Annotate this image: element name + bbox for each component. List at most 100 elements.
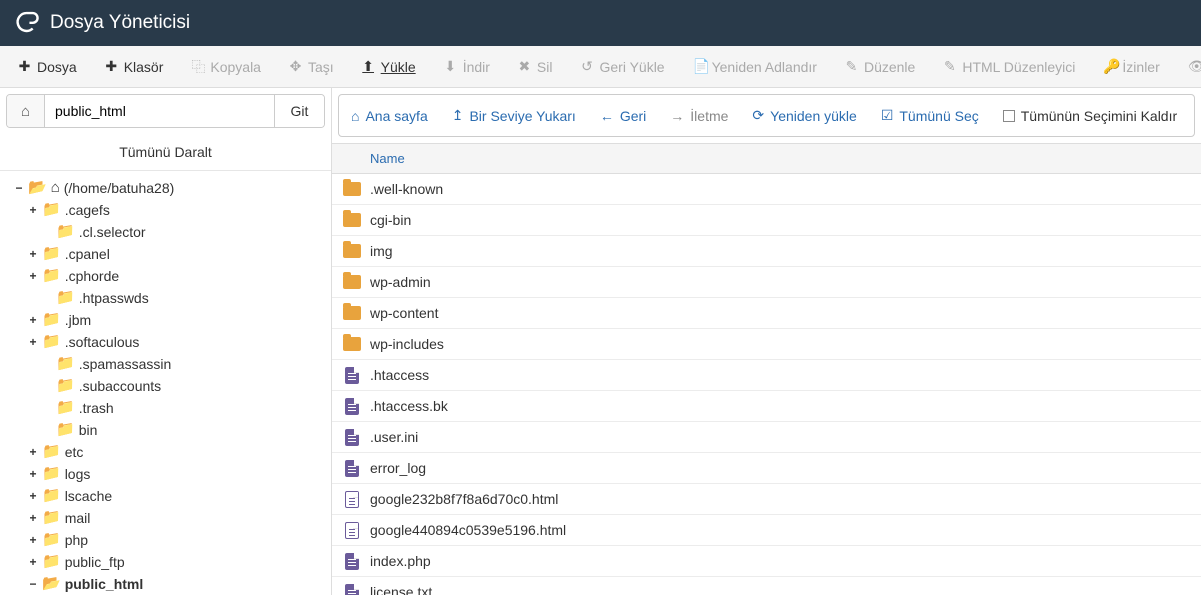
path-input[interactable] <box>45 95 274 127</box>
check-icon: ☑ <box>881 107 894 124</box>
tree-root-label: (/home/batuha28) <box>64 177 175 199</box>
app-header: Dosya Yöneticisi <box>0 0 1201 46</box>
copy-button[interactable]: ⿻Kopyala <box>177 46 275 87</box>
file-row[interactable]: error_log <box>332 453 1201 484</box>
tree-item[interactable]: +📁lscache <box>14 485 331 507</box>
level-up-button[interactable]: ↥Bir Seviye Yukarı <box>440 95 588 136</box>
file-name: wp-admin <box>364 274 431 290</box>
download-button[interactable]: ⬇İndir <box>430 46 504 87</box>
folder-icon <box>340 337 364 351</box>
download-icon: ⬇ <box>444 58 457 75</box>
tree-item-label: .subaccounts <box>79 375 162 397</box>
sidebar: ⌂ Git Tümünü Daralt −📂⌂ (/home/batuha28)… <box>0 88 332 595</box>
tree-item-label: .softaculous <box>65 331 140 353</box>
upload-button[interactable]: ⬆Yükle <box>348 46 430 87</box>
plus-icon: ✚ <box>105 58 118 75</box>
file-row[interactable]: .htaccess.bk <box>332 391 1201 422</box>
main-toolbar: ✚Dosya ✚Klasör ⿻Kopyala ✥Taşı ⬆Yükle ⬇İn… <box>0 46 1201 88</box>
view-button[interactable]: 👁Gör <box>1174 46 1201 87</box>
tree-item[interactable]: +📁etc <box>14 441 331 463</box>
restore-button[interactable]: ↺Geri Yükle <box>566 46 678 87</box>
tree-item[interactable]: +📁mail <box>14 507 331 529</box>
file-list: .well-known cgi-bin img wp-admin wp-content w… <box>332 174 1201 595</box>
home-icon: ⌂ <box>21 103 30 120</box>
file-icon <box>340 429 364 446</box>
tree-item[interactable]: +📁.cpanel <box>14 243 331 265</box>
forward-button[interactable]: →İletme <box>658 95 740 136</box>
rename-icon: 📄 <box>693 58 706 75</box>
tree-item[interactable]: +📁.softaculous <box>14 331 331 353</box>
file-row[interactable]: google440894c0539e5196.html <box>332 515 1201 546</box>
file-row[interactable]: img <box>332 236 1201 267</box>
file-name: index.php <box>364 553 431 569</box>
move-icon: ✥ <box>289 58 302 75</box>
path-home-button[interactable]: ⌂ <box>7 95 45 127</box>
file-row[interactable]: wp-content <box>332 298 1201 329</box>
main-area: ⌂ Git Tümünü Daralt −📂⌂ (/home/batuha28)… <box>0 88 1201 595</box>
tree-item[interactable]: 📁.htpasswds <box>14 287 331 309</box>
move-button[interactable]: ✥Taşı <box>275 46 348 87</box>
tree-root[interactable]: −📂⌂ (/home/batuha28) <box>14 177 331 199</box>
file-row[interactable]: .user.ini <box>332 422 1201 453</box>
deselect-all-button[interactable]: Tümünün Seçimini Kaldır <box>991 95 1189 136</box>
file-row[interactable]: google232b8f7f8a6d70c0.html <box>332 484 1201 515</box>
file-name: .well-known <box>364 181 443 197</box>
edit-button[interactable]: ✎Düzenle <box>831 46 929 87</box>
back-icon: ← <box>600 108 614 124</box>
file-row[interactable]: license.txt <box>332 577 1201 595</box>
file-name: wp-includes <box>364 336 444 352</box>
tree-item-label: .cphorde <box>65 265 119 287</box>
folder-icon: 📁 <box>42 551 61 573</box>
tree-item-label: bin <box>79 419 98 441</box>
folder-icon: 📂 <box>42 573 61 595</box>
tree-item[interactable]: 📁.trash <box>14 397 331 419</box>
html-edit-button[interactable]: ✎HTML Düzenleyici <box>929 46 1089 87</box>
tree-item[interactable]: +📁.cagefs <box>14 199 331 221</box>
file-row[interactable]: wp-includes <box>332 329 1201 360</box>
sort-by-name[interactable]: Name <box>370 151 405 166</box>
tree-item[interactable]: +📁.jbm <box>14 309 331 331</box>
file-row[interactable]: .htaccess <box>332 360 1201 391</box>
code-file-icon <box>340 491 364 508</box>
delete-button[interactable]: ✖Sil <box>504 46 567 87</box>
back-button[interactable]: ←Geri <box>588 95 658 136</box>
tree-item[interactable]: +📁php <box>14 529 331 551</box>
file-name: wp-content <box>364 305 438 321</box>
rename-button[interactable]: 📄Yeniden Adlandır <box>679 46 831 87</box>
tree-item[interactable]: 📁.spamassassin <box>14 353 331 375</box>
tree-item[interactable]: +📁public_ftp <box>14 551 331 573</box>
new-file-button[interactable]: ✚Dosya <box>4 46 91 87</box>
tree-item[interactable]: 📁.subaccounts <box>14 375 331 397</box>
file-row[interactable]: .well-known <box>332 174 1201 205</box>
key-icon: 🔑 <box>1103 58 1116 75</box>
tree-item[interactable]: 📁bin <box>14 419 331 441</box>
tree-item-label: logs <box>65 463 91 485</box>
brand: Dosya Yöneticisi <box>14 9 190 38</box>
permissions-button[interactable]: 🔑İzinler <box>1089 46 1173 87</box>
reload-button[interactable]: ⟳Yeniden yükle <box>740 95 868 136</box>
tree-item[interactable]: +📁logs <box>14 463 331 485</box>
expand-icon: + <box>28 485 38 507</box>
folder-icon: 📁 <box>42 463 61 485</box>
file-name: cgi-bin <box>364 212 411 228</box>
collapse-all-button[interactable]: Tümünü Daralt <box>0 134 331 171</box>
folder-icon: 📁 <box>56 221 75 243</box>
home-button[interactable]: ⌂Ana sayfa <box>339 95 440 136</box>
file-row[interactable]: index.php <box>332 546 1201 577</box>
tree-item[interactable]: −📂public_html <box>14 573 331 595</box>
tree-item[interactable]: +📁.cphorde <box>14 265 331 287</box>
new-folder-button[interactable]: ✚Klasör <box>91 46 178 87</box>
file-row[interactable]: cgi-bin <box>332 205 1201 236</box>
folder-icon: 📁 <box>56 375 75 397</box>
home-icon: ⌂ <box>51 177 60 199</box>
tree-item[interactable]: 📁.cl.selector <box>14 221 331 243</box>
path-go-button[interactable]: Git <box>274 95 324 127</box>
folder-tree: −📂⌂ (/home/batuha28)+📁.cagefs📁.cl.select… <box>0 171 331 595</box>
file-row[interactable]: wp-admin <box>332 267 1201 298</box>
folder-icon: 📁 <box>56 397 75 419</box>
expand-icon: + <box>28 529 38 551</box>
expand-icon: + <box>28 331 38 353</box>
folder-icon: 📁 <box>42 243 61 265</box>
reload-icon: ⟳ <box>752 107 764 124</box>
select-all-button[interactable]: ☑Tümünü Seç <box>869 95 991 136</box>
